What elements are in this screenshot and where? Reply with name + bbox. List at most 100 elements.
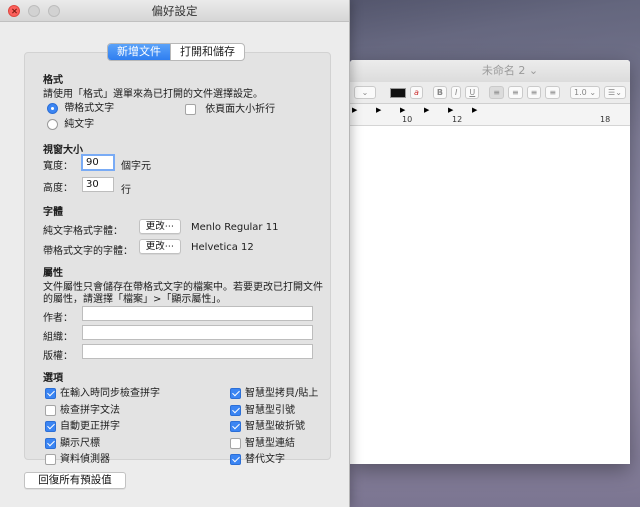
properties-description-line2: 的屬性，請選擇「檔案」>「顯示屬性」。 bbox=[43, 294, 227, 305]
format-heading: 格式 bbox=[43, 75, 63, 86]
align-left-button[interactable]: ≡ bbox=[489, 86, 504, 99]
tab-stop-marker[interactable]: ▶ bbox=[376, 106, 381, 114]
tab-bar: 新增文件 打開和儲存 bbox=[107, 43, 245, 61]
height-unit: 行 bbox=[121, 185, 131, 196]
option-label: 檢查拼字文法 bbox=[60, 405, 120, 416]
copyright-input[interactable] bbox=[82, 344, 313, 359]
list-popup[interactable]: ☰⌄ bbox=[604, 86, 626, 99]
width-label: 寬度： bbox=[43, 161, 73, 172]
author-label: 作者： bbox=[43, 313, 73, 324]
align-right-button[interactable]: ≡ bbox=[526, 86, 542, 99]
window-size-heading: 視窗大小 bbox=[43, 145, 83, 156]
radio-unselected-icon bbox=[47, 118, 58, 130]
plain-font-value: Menlo Regular 11 bbox=[191, 222, 279, 233]
wrap-to-page-checkbox[interactable]: 依頁面大小折行 bbox=[185, 100, 275, 115]
tab-open-and-save[interactable]: 打開和儲存 bbox=[170, 44, 244, 60]
option-label: 智慧型破折號 bbox=[245, 421, 305, 432]
format-description: 請使用「格式」選單來為已打開的文件選擇設定。 bbox=[43, 89, 263, 100]
tab-stop-marker[interactable]: ▶ bbox=[352, 106, 357, 114]
smart-links-checkbox[interactable]: 智慧型連結 bbox=[230, 434, 295, 449]
align-center-button[interactable]: ≡ bbox=[507, 86, 523, 99]
copyright-label: 版權： bbox=[43, 351, 73, 362]
document-window[interactable]: 未命名 2 ⌄ ⌄ a B I U ≡ ≡ ≡ ≡ 1.0 ⌄ ☰⌄ ▶ ▶ ▶… bbox=[350, 60, 630, 464]
options-heading: 選項 bbox=[43, 373, 63, 384]
tab-stop-marker[interactable]: ▶ bbox=[448, 106, 453, 114]
checkbox-icon bbox=[230, 437, 241, 449]
properties-heading: 屬性 bbox=[43, 268, 63, 279]
smart-quotes-checkbox[interactable]: 智慧型引號 bbox=[230, 401, 295, 416]
smart-copy-paste-checkbox[interactable]: 智慧型拷貝/貼上 bbox=[230, 384, 318, 399]
background-color-button[interactable]: a bbox=[410, 86, 423, 99]
line-spacing-popup[interactable]: 1.0 ⌄ bbox=[570, 86, 601, 99]
option-label: 顯示尺標 bbox=[60, 438, 100, 449]
tab-new-document[interactable]: 新增文件 bbox=[108, 44, 170, 60]
ruler-label: 10 bbox=[402, 115, 413, 124]
window-title: 偏好設定 bbox=[151, 4, 198, 18]
checkbox-icon bbox=[185, 103, 196, 115]
wrap-to-page-label: 依頁面大小折行 bbox=[205, 104, 276, 115]
zoom-button[interactable] bbox=[48, 5, 60, 17]
organization-input[interactable] bbox=[82, 325, 313, 340]
check-spelling-as-you-type-checkbox[interactable]: 在輸入時同步檢查拼字 bbox=[45, 384, 160, 399]
correct-spelling-checkbox[interactable]: 自動更正拼字 bbox=[45, 417, 120, 432]
checkbox-checked-icon bbox=[45, 420, 56, 432]
option-label: 替代文字 bbox=[245, 454, 285, 465]
radio-selected-icon bbox=[47, 102, 58, 114]
window-titlebar: 偏好設定 bbox=[0, 0, 349, 22]
checkbox-checked-icon bbox=[45, 387, 56, 399]
text-color-swatch[interactable] bbox=[390, 87, 406, 98]
checkbox-checked-icon bbox=[45, 437, 56, 449]
font-heading: 字體 bbox=[43, 207, 63, 218]
rich-text-label: 帶格式文字 bbox=[64, 103, 115, 114]
restore-defaults-button[interactable]: 回復所有預設值 bbox=[24, 472, 126, 489]
data-detectors-checkbox[interactable]: 資料偵測器 bbox=[45, 450, 110, 465]
close-button[interactable] bbox=[8, 5, 20, 17]
smart-dashes-checkbox[interactable]: 智慧型破折號 bbox=[230, 417, 305, 432]
tab-stop-marker[interactable]: ▶ bbox=[400, 106, 405, 114]
document-title: 未命名 2 ⌄ bbox=[350, 60, 630, 82]
height-label: 高度： bbox=[43, 183, 73, 194]
plain-text-radio[interactable]: 純文字 bbox=[47, 115, 94, 130]
tab-stop-marker[interactable]: ▶ bbox=[472, 106, 477, 114]
underline-button[interactable]: U bbox=[465, 86, 480, 99]
plain-text-label: 純文字 bbox=[64, 119, 95, 130]
italic-button[interactable]: I bbox=[451, 86, 462, 99]
checkbox-icon bbox=[45, 453, 56, 465]
bold-button[interactable]: B bbox=[432, 86, 448, 99]
settings-panel: 格式 請使用「格式」選單來為已打開的文件選擇設定。 帶格式文字 純文字 依頁面大… bbox=[24, 52, 331, 465]
plain-font-label: 純文字格式字體： bbox=[43, 226, 123, 237]
option-label: 自動更正拼字 bbox=[60, 421, 120, 432]
author-input[interactable] bbox=[82, 306, 313, 321]
preferences-window: 偏好設定 新增文件 打開和儲存 格式 請使用「格式」選單來為已打開的文件選擇設定… bbox=[0, 0, 350, 507]
justify-button[interactable]: ≡ bbox=[545, 86, 561, 99]
checkbox-icon bbox=[45, 404, 56, 416]
checkbox-checked-icon bbox=[230, 453, 241, 465]
ruler[interactable]: ▶ ▶ ▶ ▶ ▶ ▶ 10 12 18 bbox=[350, 104, 630, 126]
change-rich-font-button[interactable]: 更改⋯ bbox=[139, 239, 181, 254]
option-label: 資料偵測器 bbox=[60, 454, 110, 465]
change-plain-font-button[interactable]: 更改⋯ bbox=[139, 219, 181, 234]
paragraph-style-popup[interactable]: ⌄ bbox=[354, 86, 376, 99]
height-input[interactable] bbox=[82, 177, 114, 192]
rich-font-value: Helvetica 12 bbox=[191, 242, 254, 253]
option-label: 在輸入時同步檢查拼字 bbox=[60, 388, 160, 399]
checkbox-checked-icon bbox=[230, 404, 241, 416]
width-input[interactable] bbox=[81, 154, 115, 171]
show-ruler-checkbox[interactable]: 顯示尺標 bbox=[45, 434, 100, 449]
checkbox-checked-icon bbox=[230, 387, 241, 399]
organization-label: 組織： bbox=[43, 332, 73, 343]
format-toolbar: ⌄ a B I U ≡ ≡ ≡ ≡ 1.0 ⌄ ☰⌄ bbox=[350, 82, 630, 104]
minimize-button[interactable] bbox=[28, 5, 40, 17]
tab-stop-marker[interactable]: ▶ bbox=[424, 106, 429, 114]
check-grammar-checkbox[interactable]: 檢查拼字文法 bbox=[45, 401, 120, 416]
ruler-label: 18 bbox=[600, 115, 611, 124]
checkbox-checked-icon bbox=[230, 420, 241, 432]
text-replacement-checkbox[interactable]: 替代文字 bbox=[230, 450, 285, 465]
option-label: 智慧型引號 bbox=[245, 405, 295, 416]
rich-text-radio[interactable]: 帶格式文字 bbox=[47, 99, 114, 114]
rich-font-label: 帶格式文字的字體： bbox=[43, 246, 133, 257]
width-unit: 個字元 bbox=[121, 161, 151, 172]
option-label: 智慧型拷貝/貼上 bbox=[245, 388, 319, 399]
ruler-label: 12 bbox=[452, 115, 463, 124]
option-label: 智慧型連結 bbox=[245, 438, 295, 449]
